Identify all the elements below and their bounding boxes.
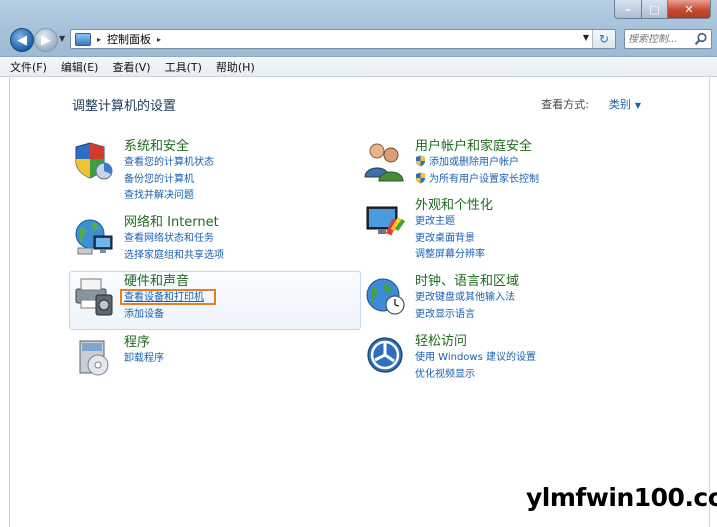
- clock-globe-icon[interactable]: [363, 273, 407, 317]
- category-programs: 程序 卸载程序: [124, 334, 164, 368]
- link-find-fix-problems[interactable]: 查找并解决问题: [124, 188, 214, 205]
- link-change-theme[interactable]: 更改主题: [415, 214, 493, 231]
- devices-printers-highlight-box: [120, 289, 216, 305]
- link-change-display-language[interactable]: 更改显示语言: [415, 307, 519, 324]
- arrow-left-icon: ◀: [17, 32, 27, 48]
- printer-icon[interactable]: [72, 273, 116, 317]
- menu-edit[interactable]: 编辑(E): [61, 59, 99, 75]
- menu-tools[interactable]: 工具(T): [165, 59, 202, 75]
- menu-bar: 文件(F) 编辑(E) 查看(V) 工具(T) 帮助(H): [0, 57, 717, 77]
- category-appearance: 外观和个性化 更改主题 更改桌面背景 调整屏幕分辨率: [415, 197, 493, 264]
- category-system-security: 系统和安全 查看您的计算机状态 备份您的计算机 查找并解决问题: [124, 138, 214, 205]
- shield-icon[interactable]: [72, 139, 116, 183]
- arrow-right-icon: ▶: [41, 32, 51, 48]
- user-accounts-title[interactable]: 用户帐户和家庭安全: [415, 138, 539, 155]
- page-title: 调整计算机的设置: [72, 99, 177, 114]
- maximize-button[interactable]: □: [642, 0, 668, 19]
- network-title[interactable]: 网络和 Internet: [124, 214, 224, 231]
- link-view-computer-status[interactable]: 查看您的计算机状态: [124, 155, 214, 172]
- address-bar[interactable]: ▸ 控制面板 ▸ ▼ ↻: [70, 29, 616, 49]
- close-button[interactable]: ✕: [668, 0, 711, 19]
- search-box[interactable]: [624, 29, 712, 49]
- chevron-down-icon: ▼: [634, 101, 641, 110]
- search-icon[interactable]: [694, 32, 708, 46]
- programs-box-icon[interactable]: [72, 335, 116, 379]
- search-input[interactable]: [625, 33, 692, 45]
- hardware-sound-title[interactable]: 硬件和声音: [124, 273, 204, 290]
- menu-help[interactable]: 帮助(H): [216, 59, 255, 75]
- link-change-desktop-background[interactable]: 更改桌面背景: [415, 231, 493, 248]
- ease-of-access-title[interactable]: 轻松访问: [415, 333, 536, 350]
- uac-shield-icon: [416, 172, 425, 183]
- view-by-dropdown[interactable]: 类别 ▼: [609, 96, 641, 112]
- breadcrumb-control-panel[interactable]: 控制面板: [107, 31, 151, 47]
- window-titlebar: – □ ✕ ◀ ▶ ▼ ▸ 控制面板 ▸ ▼ ↻: [0, 0, 717, 57]
- link-uninstall-program[interactable]: 卸载程序: [124, 351, 164, 368]
- category-network: 网络和 Internet 查看网络状态和任务 选择家庭组和共享选项: [124, 214, 224, 264]
- link-backup-computer[interactable]: 备份您的计算机: [124, 172, 214, 189]
- category-user-accounts: 用户帐户和家庭安全 添加或删除用户帐户 为所有用户设置家长控制: [415, 138, 539, 188]
- menu-view[interactable]: 查看(V): [112, 59, 150, 75]
- link-parental-controls[interactable]: 为所有用户设置家长控制: [415, 172, 539, 189]
- clock-language-region-title[interactable]: 时钟、语言和区域: [415, 273, 519, 290]
- category-ease-of-access: 轻松访问 使用 Windows 建议的设置 优化视频显示: [415, 333, 536, 383]
- parental-controls-label: 为所有用户设置家长控制: [429, 173, 539, 185]
- programs-title[interactable]: 程序: [124, 334, 164, 351]
- link-windows-recommended-settings[interactable]: 使用 Windows 建议的设置: [415, 350, 536, 367]
- ease-of-access-icon[interactable]: [363, 333, 407, 377]
- refresh-button[interactable]: ↻: [592, 30, 615, 48]
- link-add-device[interactable]: 添加设备: [124, 307, 204, 324]
- breadcrumb-separator[interactable]: ▸: [97, 35, 101, 44]
- control-panel-icon: [75, 32, 91, 46]
- users-icon[interactable]: [363, 139, 407, 183]
- control-panel-content: 调整计算机的设置 查看方式: 类别 ▼ 系统和安全 查看您的计算机状态 备份您的计…: [9, 77, 710, 527]
- window-controls: – □ ✕: [614, 0, 711, 20]
- address-dropdown-icon[interactable]: ▼: [583, 33, 589, 42]
- minimize-button[interactable]: –: [614, 0, 642, 19]
- category-clock-language-region: 时钟、语言和区域 更改键盘或其他输入法 更改显示语言: [415, 273, 519, 323]
- appearance-monitor-icon[interactable]: [363, 199, 407, 243]
- add-remove-accounts-label: 添加或删除用户帐户: [429, 157, 519, 168]
- refresh-icon: ↻: [598, 32, 610, 46]
- menu-file[interactable]: 文件(F): [10, 59, 47, 75]
- back-button[interactable]: ◀: [10, 28, 34, 52]
- view-by-value: 类别: [608, 98, 631, 111]
- network-globe-icon[interactable]: [72, 214, 116, 258]
- link-adjust-resolution[interactable]: 调整屏幕分辨率: [415, 247, 493, 264]
- link-view-network-status[interactable]: 查看网络状态和任务: [124, 231, 224, 248]
- link-change-keyboard-input[interactable]: 更改键盘或其他输入法: [415, 290, 519, 307]
- link-add-remove-accounts[interactable]: 添加或删除用户帐户: [415, 155, 539, 172]
- appearance-title[interactable]: 外观和个性化: [415, 197, 493, 214]
- breadcrumb-separator-trailing[interactable]: ▸: [157, 35, 161, 44]
- uac-shield-icon: [416, 155, 425, 167]
- link-homegroup-sharing[interactable]: 选择家庭组和共享选项: [124, 248, 224, 265]
- recent-pages-dropdown[interactable]: ▼: [59, 34, 65, 43]
- view-by-label: 查看方式:: [541, 98, 589, 111]
- forward-button[interactable]: ▶: [34, 28, 58, 52]
- system-security-title[interactable]: 系统和安全: [124, 138, 214, 155]
- site-watermark: ylmfwin100.com: [526, 483, 717, 512]
- link-optimize-visual-display[interactable]: 优化视频显示: [415, 367, 536, 384]
